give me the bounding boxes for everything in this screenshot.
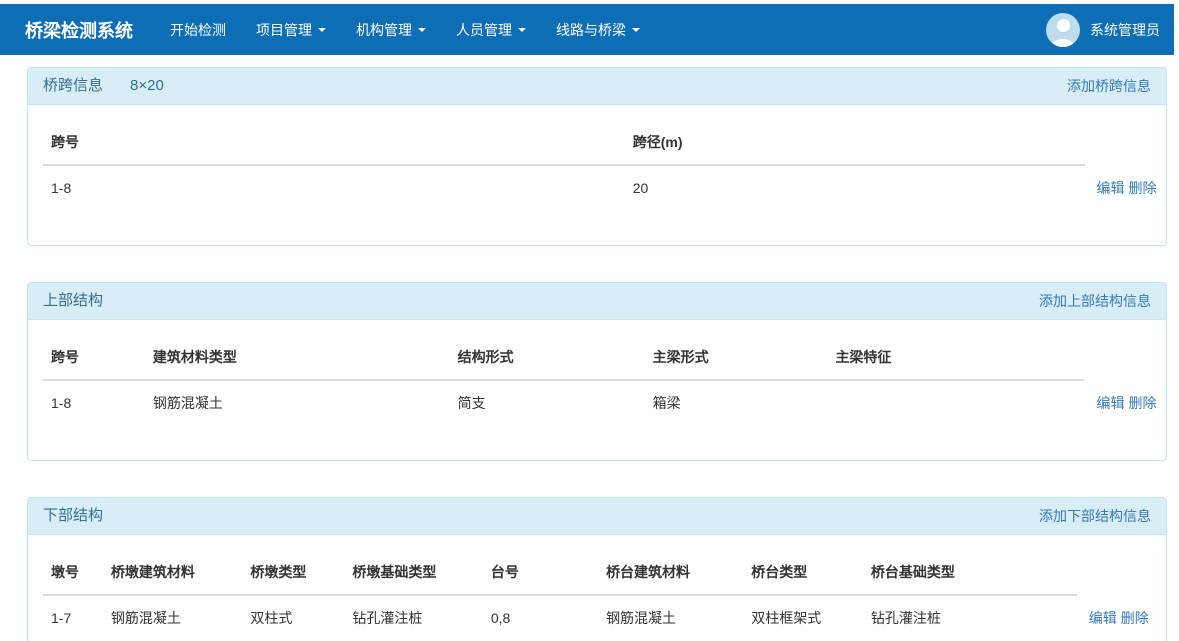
nav-item-2[interactable]: 机构管理 [341,4,441,55]
panel-title: 下部结构 [43,506,103,526]
user-avatar-icon [1046,13,1080,47]
panel-substructure: 下部结构 添加下部结构信息 墩号桥墩建筑材料桥墩类型桥墩基础类型台号桥台建筑材料… [27,497,1167,641]
delete-link[interactable]: 删除 [1121,610,1149,626]
panel-superstructure: 上部结构 添加上部结构信息 跨号建筑材料类型结构形式主梁形式主梁特征1-8钢筋混… [27,282,1167,461]
panel-subtitle: 8×20 [130,76,164,96]
caret-down-icon [632,28,640,32]
column-header: 建筑材料类型 [145,335,450,380]
top-navbar: 桥梁检测系统 开始检测项目管理机构管理人员管理线路与桥梁 系统管理员 [0,4,1174,55]
caret-down-icon [418,28,426,32]
column-header-actions [1085,120,1151,165]
table-cell: 0,8 [483,595,598,640]
table-row: 1-820编辑删除 [43,165,1151,210]
table-cell: 双柱式 [242,595,344,640]
table-cell: 双柱框架式 [743,595,863,640]
panel-body: 跨号跨径(m)1-820编辑删除 [28,105,1166,245]
table-cell: 钢筋混凝土 [103,595,243,640]
panel-heading: 上部结构 添加上部结构信息 [28,283,1166,320]
column-header: 桥台基础类型 [863,550,1077,595]
page: 桥梁检测系统 开始检测项目管理机构管理人员管理线路与桥梁 系统管理员 桥跨信息 … [0,0,1179,641]
table-cell: 1-7 [43,595,103,640]
edit-link[interactable]: 编辑 [1096,395,1124,411]
app-brand[interactable]: 桥梁检测系统 [0,17,155,43]
table-cell: 1-8 [43,380,145,425]
table-row: 1-7钢筋混凝土双柱式钻孔灌注桩0,8钢筋混凝土双柱框架式钻孔灌注桩编辑删除 [43,595,1151,640]
table-row: 1-8钢筋混凝土简支箱梁 编辑删除 [43,380,1151,425]
substructure-table: 墩号桥墩建筑材料桥墩类型桥墩基础类型台号桥台建筑材料桥台类型桥台基础类型1-7钢… [43,550,1151,640]
add-superstructure-link[interactable]: 添加上部结构信息 [1039,291,1151,311]
column-header: 桥台类型 [743,550,863,595]
column-header: 结构形式 [450,335,645,380]
column-header: 跨号 [43,120,625,165]
nav-item-0[interactable]: 开始检测 [155,4,241,55]
user-menu[interactable]: 系统管理员 [1046,13,1174,47]
content-area: 桥跨信息 8×20 添加桥跨信息 跨号跨径(m)1-820编辑删除 上部结构 添… [27,67,1167,641]
column-header: 桥墩建筑材料 [103,550,243,595]
row-actions: 编辑删除 [1084,380,1151,425]
main-menu: 开始检测项目管理机构管理人员管理线路与桥梁 [155,4,655,55]
column-header: 主梁形式 [645,335,828,380]
edit-link[interactable]: 编辑 [1089,610,1117,626]
caret-down-icon [318,28,326,32]
nav-item-4[interactable]: 线路与桥梁 [541,4,655,55]
delete-link[interactable]: 删除 [1128,395,1156,411]
delete-link[interactable]: 删除 [1129,180,1157,196]
superstructure-table: 跨号建筑材料类型结构形式主梁形式主梁特征1-8钢筋混凝土简支箱梁编辑删除 [43,335,1151,425]
add-substructure-link[interactable]: 添加下部结构信息 [1039,506,1151,526]
table-cell: 钢筋混凝土 [145,380,450,425]
table-cell: 钻孔灌注桩 [863,595,1077,640]
table-cell: 钢筋混凝土 [598,595,743,640]
column-header: 桥台建筑材料 [598,550,743,595]
nav-item-1[interactable]: 项目管理 [241,4,341,55]
panel-heading: 桥跨信息 8×20 添加桥跨信息 [28,68,1166,105]
nav-item-3[interactable]: 人员管理 [441,4,541,55]
column-header: 主梁特征 [827,335,1084,380]
panel-title: 桥跨信息 [43,76,103,96]
column-header: 墩号 [43,550,103,595]
column-header: 跨号 [43,335,145,380]
column-header: 桥墩类型 [242,550,344,595]
panel-bridge-spans: 桥跨信息 8×20 添加桥跨信息 跨号跨径(m)1-820编辑删除 [27,67,1167,246]
table-cell: 钻孔灌注桩 [344,595,483,640]
column-header-actions [1084,335,1151,380]
panel-body: 墩号桥墩建筑材料桥墩类型桥墩基础类型台号桥台建筑材料桥台类型桥台基础类型1-7钢… [28,535,1166,641]
panel-body: 跨号建筑材料类型结构形式主梁形式主梁特征1-8钢筋混凝土简支箱梁编辑删除 [28,320,1166,460]
table-cell: 箱梁 [645,380,828,425]
table-cell [827,380,1084,425]
panel-title: 上部结构 [43,291,103,311]
column-header: 桥墩基础类型 [344,550,483,595]
table-cell: 1-8 [43,165,625,210]
table-header-row: 墩号桥墩建筑材料桥墩类型桥墩基础类型台号桥台建筑材料桥台类型桥台基础类型 [43,550,1151,595]
column-header: 台号 [483,550,598,595]
row-actions: 编辑删除 [1085,165,1151,210]
user-name-label: 系统管理员 [1090,20,1160,40]
row-actions: 编辑删除 [1077,595,1151,640]
add-span-link[interactable]: 添加桥跨信息 [1067,76,1151,96]
column-header-actions [1077,550,1151,595]
edit-link[interactable]: 编辑 [1097,180,1125,196]
table-cell: 简支 [450,380,645,425]
caret-down-icon [518,28,526,32]
panel-heading: 下部结构 添加下部结构信息 [28,498,1166,535]
column-header: 跨径(m) [625,120,1085,165]
table-cell: 20 [625,165,1085,210]
spans-table: 跨号跨径(m)1-820编辑删除 [43,120,1151,210]
table-header-row: 跨号跨径(m) [43,120,1151,165]
table-header-row: 跨号建筑材料类型结构形式主梁形式主梁特征 [43,335,1151,380]
